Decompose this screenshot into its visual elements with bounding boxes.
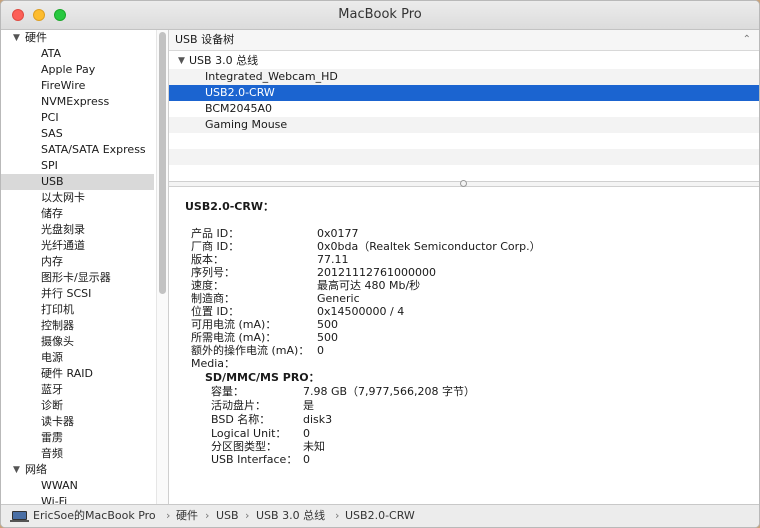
sidebar-item-graphics[interactable]: 图形卡/显示器 <box>1 270 154 286</box>
tree-row-empty <box>169 165 759 181</box>
tree-row-empty <box>169 133 759 149</box>
sidebar-item-firewire[interactable]: FireWire <box>1 78 154 94</box>
breadcrumb-separator-icon: › <box>166 509 171 522</box>
breadcrumb-usb[interactable]: USB <box>216 505 239 527</box>
title-bar: MacBook Pro <box>1 1 759 30</box>
media-field-label: 活动盘片： <box>211 399 266 412</box>
field-label: 额外的操作电流 (mA)： <box>191 344 310 357</box>
sidebar: ▼ 硬件 ATA Apple Pay FireWire NVMExpress P… <box>1 30 154 504</box>
sidebar-item-thunderbolt[interactable]: 雷雳 <box>1 430 154 446</box>
tree-row-empty <box>169 149 759 165</box>
sidebar-item-power[interactable]: 电源 <box>1 350 154 366</box>
field-value: 500 <box>317 318 338 331</box>
sidebar-item-audio[interactable]: 音频 <box>1 446 154 462</box>
media-field-value: disk3 <box>303 413 333 426</box>
media-field-value: 0 <box>303 427 310 440</box>
tree-row-device[interactable]: Gaming Mouse <box>169 117 759 133</box>
field-value: 500 <box>317 331 338 344</box>
disclosure-down-icon[interactable]: ▼ <box>13 30 20 46</box>
disclosure-down-icon[interactable]: ▼ <box>178 53 185 69</box>
media-field-value: 7.98 GB（7,977,566,208 字节） <box>303 385 476 398</box>
media-field-label: 容量： <box>211 385 244 398</box>
sidebar-item-nvmexpress[interactable]: NVMExpress <box>1 94 154 110</box>
field-value: 0x14500000 / 4 <box>317 305 405 318</box>
field-value: 20121112761000000 <box>317 266 436 279</box>
sidebar-item-bluetooth[interactable]: 蓝牙 <box>1 382 154 398</box>
sidebar-item-parallel-scsi[interactable]: 并行 SCSI <box>1 286 154 302</box>
breadcrumb-hardware[interactable]: 硬件 <box>176 505 198 527</box>
splitter-grip-icon[interactable] <box>460 180 467 187</box>
system-information-window: MacBook Pro ▼ 硬件 ATA Apple Pay FireWire … <box>0 0 760 528</box>
tree-row-device[interactable]: BCM2045A0 <box>169 101 759 117</box>
sidebar-item-pci[interactable]: PCI <box>1 110 154 126</box>
sidebar-item-sata[interactable]: SATA/SATA Express <box>1 142 154 158</box>
sidebar-item-apple-pay[interactable]: Apple Pay <box>1 62 154 78</box>
field-value: 0x0177 <box>317 227 359 240</box>
laptop-base-icon <box>10 520 29 522</box>
sidebar-item-ethernet[interactable]: 以太网卡 <box>1 190 154 206</box>
sidebar-item-fibre-channel[interactable]: 光纤通道 <box>1 238 154 254</box>
field-label: 厂商 ID： <box>191 240 240 253</box>
media-field-value: 是 <box>303 399 314 412</box>
field-value: 0x0bda（Realtek Semiconductor Corp.） <box>317 240 541 253</box>
sidebar-item-diagnostics[interactable]: 诊断 <box>1 398 154 414</box>
path-bar: EricSoe的MacBook Pro › 硬件 › USB › USB 3.0… <box>1 504 759 527</box>
sidebar-item-usb[interactable]: USB <box>1 174 154 190</box>
media-title: SD/MMC/MS PRO： <box>205 371 320 384</box>
media-field-label: BSD 名称： <box>211 413 271 426</box>
window-title: MacBook Pro <box>338 7 422 22</box>
media-field-label: USB Interface： <box>211 453 298 466</box>
breadcrumb-usb-bus[interactable]: USB 3.0 总线 <box>256 505 325 527</box>
disclosure-down-icon[interactable]: ▼ <box>13 462 20 478</box>
field-label: 速度： <box>191 279 224 292</box>
sidebar-item-spi[interactable]: SPI <box>1 158 154 174</box>
breadcrumb-computer[interactable]: EricSoe的MacBook Pro <box>33 505 156 527</box>
media-field-label: 分区图类型： <box>211 440 277 453</box>
tree-row-device[interactable]: Integrated_Webcam_HD <box>169 69 759 85</box>
media-field-value: 未知 <box>303 440 325 453</box>
field-label: 制造商： <box>191 292 235 305</box>
sidebar-scrollbar-thumb[interactable] <box>159 32 166 294</box>
field-label: 位置 ID： <box>191 305 240 318</box>
field-label: Media： <box>191 357 236 370</box>
sidebar-item-controller[interactable]: 控制器 <box>1 318 154 334</box>
field-value: 最高可达 480 Mb/秒 <box>317 279 421 292</box>
detail-pane: USB2.0-CRW： 产品 ID： 0x0177 厂商 ID： 0x0bda（… <box>169 187 759 503</box>
sidebar-item-disc-burning[interactable]: 光盘刻录 <box>1 222 154 238</box>
media-field-value: 0 <box>303 453 310 466</box>
tree-row-device-selected[interactable]: USB2.0-CRW <box>169 85 759 101</box>
field-value: 77.11 <box>317 253 349 266</box>
sidebar-item-ata[interactable]: ATA <box>1 46 154 62</box>
field-label: 所需电流 (mA)： <box>191 331 277 344</box>
breadcrumb-separator-icon: › <box>245 509 250 522</box>
sidebar-item-memory[interactable]: 内存 <box>1 254 154 270</box>
sidebar-item-wifi[interactable]: Wi-Fi <box>1 494 154 504</box>
sidebar-item-storage[interactable]: 储存 <box>1 206 154 222</box>
sidebar-item-camera[interactable]: 摄像头 <box>1 334 154 350</box>
sidebar-group-network[interactable]: ▼ 网络 <box>1 462 154 478</box>
sidebar-item-hardware-raid[interactable]: 硬件 RAID <box>1 366 154 382</box>
field-label: 版本： <box>191 253 224 266</box>
field-label: 产品 ID： <box>191 227 240 240</box>
sort-chevron-up-icon: ⌃ <box>742 34 751 45</box>
field-label: 可用电流 (mA)： <box>191 318 277 331</box>
sidebar-group-hardware[interactable]: ▼ 硬件 <box>1 30 154 46</box>
field-value: 0 <box>317 344 324 357</box>
sidebar-item-printers[interactable]: 打印机 <box>1 302 154 318</box>
sidebar-item-card-reader[interactable]: 读卡器 <box>1 414 154 430</box>
column-header[interactable]: USB 设备树 ⌃ <box>169 30 759 51</box>
tree-row-usb-bus[interactable]: ▼ USB 3.0 总线 <box>169 53 759 69</box>
sidebar-item-sas[interactable]: SAS <box>1 126 154 142</box>
media-field-label: Logical Unit： <box>211 427 287 440</box>
usb-device-tree: ▼ USB 3.0 总线 Integrated_Webcam_HD USB2.0… <box>169 51 759 181</box>
breadcrumb-device[interactable]: USB2.0-CRW <box>345 505 415 527</box>
column-header-label: USB 设备树 <box>175 33 235 46</box>
detail-title: USB2.0-CRW： <box>185 200 274 213</box>
field-label: 序列号： <box>191 266 235 279</box>
sidebar-item-wwan[interactable]: WWAN <box>1 478 154 494</box>
breadcrumb-separator-icon: › <box>335 509 340 522</box>
laptop-icon <box>12 511 27 520</box>
breadcrumb-separator-icon: › <box>205 509 210 522</box>
field-value: Generic <box>317 292 360 305</box>
